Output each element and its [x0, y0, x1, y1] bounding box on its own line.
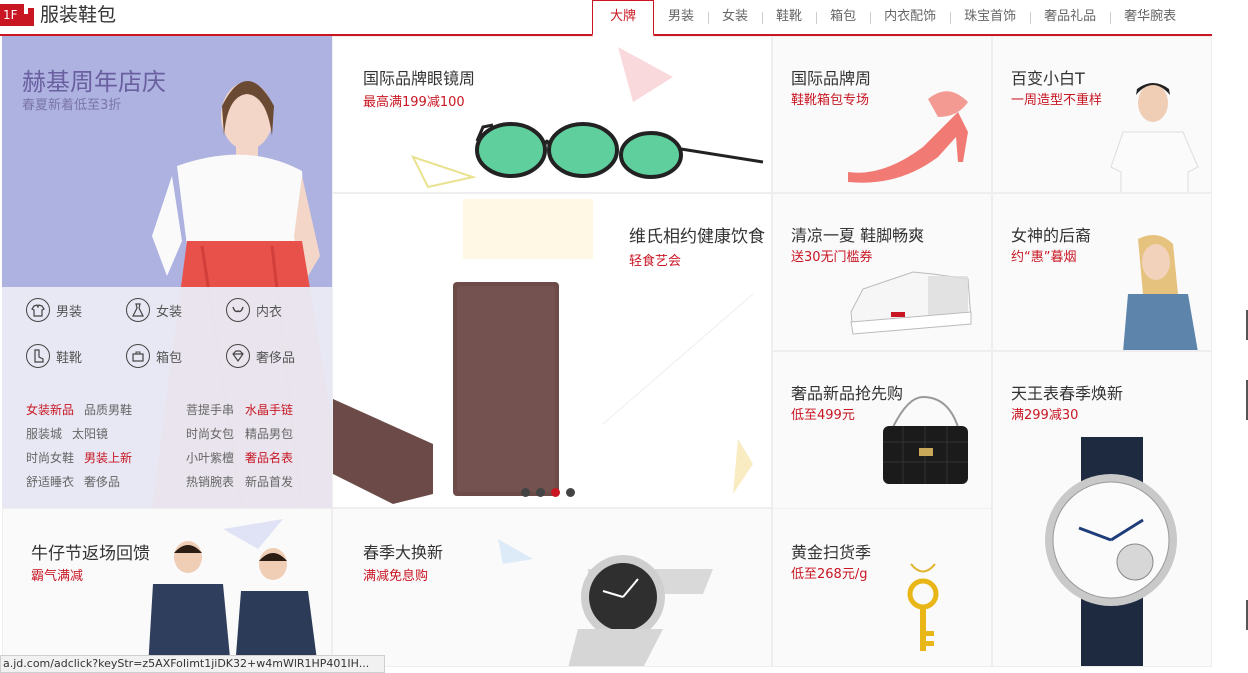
category-womenswear[interactable]: 女装 [126, 298, 182, 322]
woman-image [1123, 235, 1198, 350]
carousel-subtitle: 轻食艺会 [629, 254, 682, 269]
sunglasses-image [411, 47, 764, 189]
category-label: 内衣 [256, 304, 283, 320]
quick-link[interactable]: 舒适睡衣 [26, 473, 74, 490]
category-label: 男装 [56, 304, 83, 320]
promo-glasses[interactable]: 国际品牌眼镜周 最高满199减100 [332, 36, 772, 193]
tab-bags[interactable]: 箱包 [816, 0, 870, 34]
bag-icon [126, 344, 150, 368]
carousel-dot[interactable] [536, 488, 545, 497]
category-label: 女装 [156, 304, 183, 320]
quick-link[interactable]: 服装城 [26, 425, 62, 442]
sneaker-image [850, 271, 972, 335]
quick-link[interactable]: 奢品名表 [245, 449, 293, 466]
promo-spring[interactable]: 春季大换新 满减免息购 [332, 508, 772, 667]
tab-jewelry[interactable]: 珠宝首饰 [950, 0, 1030, 34]
shirt-icon [26, 298, 50, 322]
promo-title: 清凉一夏 鞋脚畅爽 [791, 226, 925, 245]
promo-brand-week[interactable]: 国际品牌周 鞋靴箱包专场 [772, 36, 992, 193]
promo-title: 国际品牌周 [791, 69, 872, 88]
quick-link[interactable]: 水晶手链 [245, 401, 293, 418]
promo-luxury-bag[interactable]: 奢品新品抢先购 低至499元 [772, 351, 992, 509]
heel-shoe-image [848, 91, 968, 183]
promo-title: 春季大换新 [363, 543, 444, 562]
quick-link[interactable]: 菩提手串 [186, 401, 234, 418]
quick-link[interactable]: 时尚女鞋 [26, 449, 74, 466]
tab-underwear[interactable]: 内衣配饰 [870, 0, 950, 34]
tab-womenswear[interactable]: 女装 [708, 0, 762, 34]
quick-link[interactable]: 新品首发 [245, 473, 293, 490]
quick-link[interactable]: 时尚女包 [186, 425, 234, 442]
quick-link[interactable]: 品质男鞋 [84, 401, 132, 418]
diamond-icon [226, 344, 250, 368]
boot-icon [26, 344, 50, 368]
promo-title: 天王表春季焕新 [1011, 384, 1124, 403]
promo-tianwang-watch[interactable]: 天王表春季焕新 满299减30 [992, 351, 1212, 667]
handbag-image [883, 395, 968, 484]
promo-title: 奢品新品抢先购 [791, 384, 904, 403]
quick-link[interactable]: 小叶紫檀 [186, 449, 234, 466]
man-tee-image [1110, 83, 1199, 192]
promo-subtitle: 满299减30 [1011, 408, 1079, 423]
promo-white-tee[interactable]: 百变小白T 一周造型不重样 [992, 36, 1212, 193]
banner-subtitle: 春夏新着低至3折 [22, 98, 122, 113]
banner-title: 赫基周年店庆 [22, 68, 166, 96]
quick-link[interactable]: 精品男包 [245, 425, 293, 442]
tab-luxury-gifts[interactable]: 奢品礼品 [1030, 0, 1110, 34]
tab-shoes[interactable]: 鞋靴 [762, 0, 816, 34]
category-bags[interactable]: 箱包 [126, 344, 182, 368]
quick-link[interactable]: 男装上新 [84, 449, 132, 466]
category-luxury[interactable]: 奢侈品 [226, 344, 295, 368]
steel-watch-image [498, 539, 713, 666]
promo-jeans[interactable]: 牛仔节返场回馈 霸气满减 [2, 508, 332, 667]
carousel-banner[interactable]: 维氏相约健康饮食 轻食艺会 [332, 193, 772, 508]
promo-subtitle: 送30无门槛券 [791, 250, 873, 265]
promo-goddess[interactable]: 女神的后裔 约“惠”暮烟 [992, 193, 1212, 351]
quick-link[interactable]: 太阳镜 [72, 425, 108, 442]
quick-link[interactable]: 奢侈品 [84, 473, 120, 490]
promo-title: 牛仔节返场回馈 [31, 544, 150, 564]
promo-subtitle: 一周造型不重样 [1011, 93, 1103, 108]
gold-key-image [907, 563, 939, 651]
floor-tabs: 大牌 男装 女装 鞋靴 箱包 内衣配饰 珠宝首饰 奢品礼品 奢华腕表 [592, 0, 1190, 37]
bra-icon [226, 298, 250, 322]
promo-subtitle: 约“惠”暮烟 [1011, 250, 1077, 265]
promo-title: 黄金扫货季 [791, 543, 872, 562]
carousel-dot[interactable] [566, 488, 575, 497]
carousel-dot-active[interactable] [551, 488, 560, 497]
promo-title: 国际品牌眼镜周 [363, 69, 476, 88]
dress-icon [126, 298, 150, 322]
promo-subtitle: 低至268元/g [791, 567, 868, 582]
carousel-dot[interactable] [521, 488, 530, 497]
floor-title: 服装鞋包 [40, 4, 117, 26]
promo-subtitle: 鞋靴箱包专场 [791, 93, 870, 108]
promo-subtitle: 霸气满减 [31, 569, 84, 584]
quick-link[interactable]: 热销腕表 [186, 473, 234, 490]
floor-badge-corner [24, 4, 34, 14]
category-underwear[interactable]: 内衣 [226, 298, 282, 322]
carousel-dots [521, 488, 575, 497]
promo-subtitle: 最高满199减100 [363, 95, 465, 110]
promo-subtitle: 满减免息购 [363, 569, 429, 584]
browser-status-url: a.jd.com/adclick?keyStr=z5AXFoIimt1jiDK3… [0, 655, 385, 673]
tab-menswear[interactable]: 男装 [654, 0, 708, 34]
category-label: 奢侈品 [256, 350, 296, 366]
tab-luxury-watches[interactable]: 奢华腕表 [1110, 0, 1190, 34]
promo-title: 女神的后裔 [1011, 226, 1092, 245]
promo-title: 百变小白T [1011, 69, 1085, 88]
category-label: 箱包 [156, 350, 183, 366]
tab-brand[interactable]: 大牌 [592, 0, 655, 37]
promo-subtitle: 低至499元 [791, 408, 855, 423]
category-shoes[interactable]: 鞋靴 [26, 344, 82, 368]
carousel-title: 维氏相约健康饮食 [629, 227, 765, 247]
category-label: 鞋靴 [56, 350, 83, 366]
denim-models-image [148, 519, 318, 666]
promo-sneakers[interactable]: 清凉一夏 鞋脚畅爽 送30无门槛券 [772, 193, 992, 351]
quick-link[interactable]: 女装新品 [26, 401, 74, 418]
promo-gold[interactable]: 黄金扫货季 低至268元/g [772, 508, 992, 667]
category-menswear[interactable]: 男装 [26, 298, 82, 322]
